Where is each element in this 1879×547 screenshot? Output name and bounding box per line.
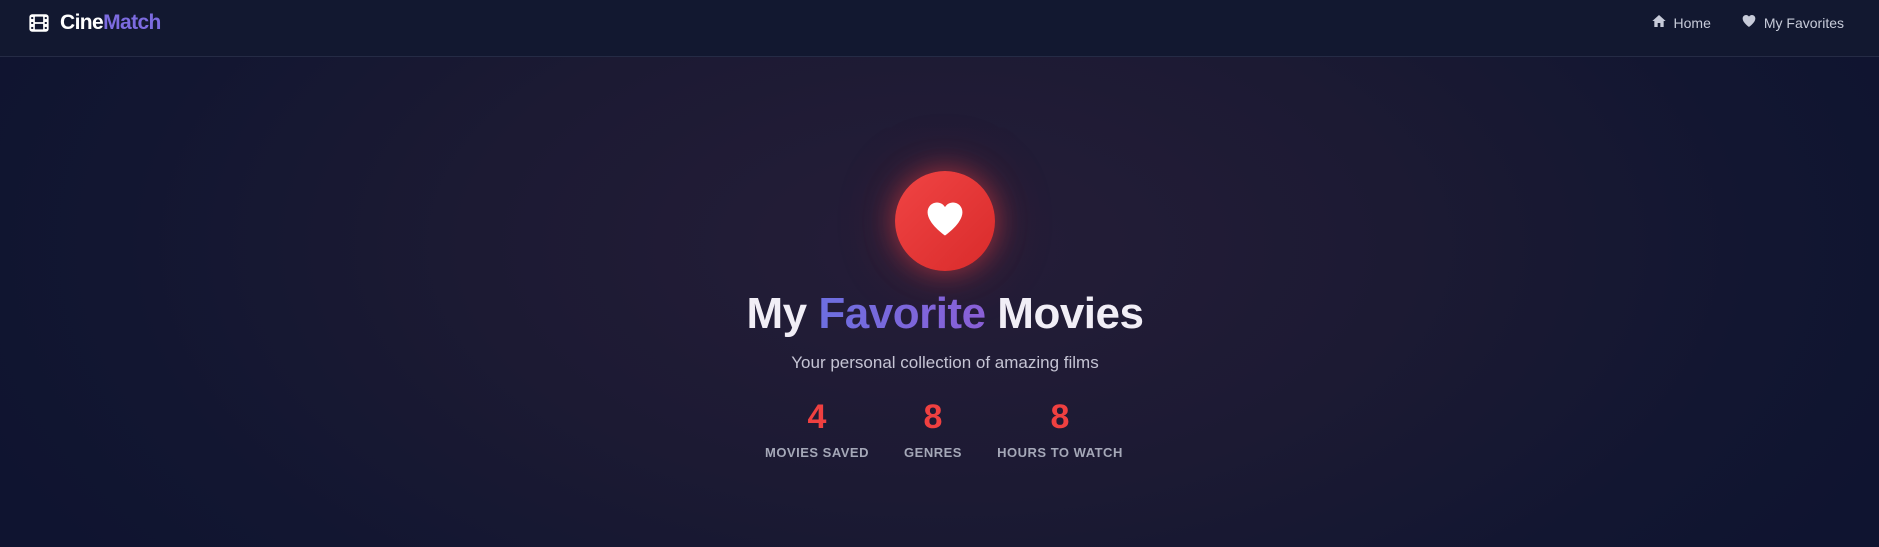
stat-movies-saved: 4 MOVIES SAVED — [765, 397, 869, 460]
heart-icon — [923, 197, 967, 246]
page-title-part2: Movies — [997, 289, 1144, 338]
home-icon — [1651, 13, 1667, 32]
stat-label: HOURS TO WATCH — [997, 445, 1123, 460]
stat-value: 8 — [1050, 398, 1070, 436]
stat-genres: 8 GENRES — [904, 397, 962, 460]
page-title-accent: Favorite — [818, 289, 986, 338]
brand-logo[interactable]: CineMatch — [28, 11, 161, 35]
nav-links: Home My Favorites — [1651, 13, 1844, 32]
stat-label: GENRES — [904, 445, 962, 460]
brand-name-part2: Match — [103, 10, 161, 34]
hero-heart-badge — [895, 171, 995, 271]
nav-link-favorites-label: My Favorites — [1763, 14, 1844, 31]
brand-name-part1: Cine — [60, 10, 104, 34]
heart-icon — [1741, 13, 1757, 32]
hero-section: My Favorite Movies Your personal collect… — [0, 57, 1879, 547]
stat-hours-to-watch: 8 HOURS TO WATCH — [997, 397, 1123, 460]
page-subtitle: Your personal collection of amazing film… — [791, 353, 1099, 372]
stat-label: MOVIES SAVED — [764, 445, 870, 460]
nav-link-home-label: Home — [1673, 14, 1711, 31]
film-icon — [28, 12, 50, 34]
page-title: My Favorite Movies — [0, 289, 1879, 339]
stat-value: 8 — [923, 398, 943, 436]
nav-link-favorites[interactable]: My Favorites — [1741, 13, 1844, 32]
nav-link-home[interactable]: Home — [1651, 13, 1711, 32]
brand-name: CineMatch — [60, 11, 161, 35]
stat-value: 4 — [807, 398, 827, 436]
navbar: CineMatch Home My Favorites — [0, 0, 1879, 57]
page-title-part1: My — [746, 289, 808, 338]
